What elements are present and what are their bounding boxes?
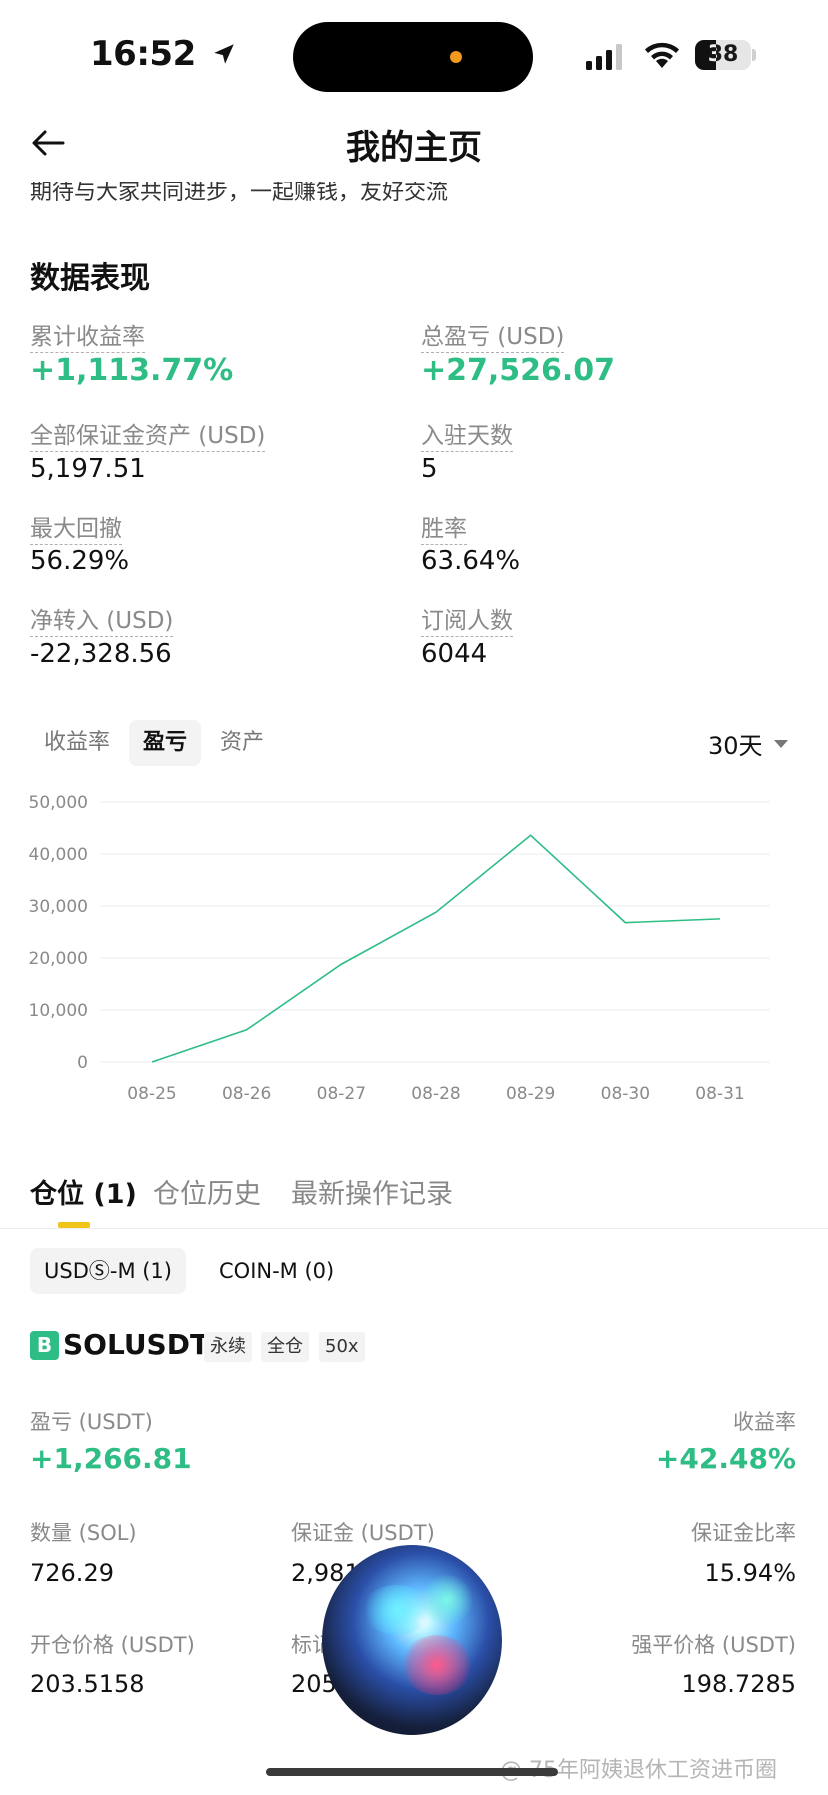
stat-value: 56.29%	[30, 546, 130, 576]
stat-max-drawdown: 最大回撤	[30, 509, 122, 545]
stat-value: 5	[421, 454, 438, 484]
stat-margin-assets: 全部保证金资产 (USD)	[30, 416, 266, 452]
tag-cross-margin: 全仓	[261, 1332, 309, 1362]
tab-position-history[interactable]: 仓位历史	[153, 1172, 261, 1211]
data-point	[623, 921, 627, 925]
margin-ratio-value: 15.94%	[704, 1559, 796, 1587]
stat-value: +1,113.77%	[30, 353, 234, 388]
battery-icon: 38	[695, 40, 751, 70]
siri-orb[interactable]	[322, 1545, 502, 1735]
stat-label: 全部保证金资产 (USD)	[30, 416, 266, 452]
stat-days-joined: 入驻天数	[421, 416, 513, 452]
battery-level: 38	[707, 42, 739, 67]
margin-label: 保证金 (USDT)	[291, 1521, 435, 1545]
subtab-coin-m[interactable]: COIN-M (0)	[205, 1248, 348, 1294]
liquidation-price-label: 强平价格 (USDT)	[631, 1633, 796, 1657]
stat-label: 净转入 (USD)	[30, 601, 174, 637]
y-tick-label: 30,000	[29, 897, 88, 917]
margin-ratio-label: 保证金比率	[691, 1521, 796, 1545]
location-arrow-icon	[214, 44, 234, 64]
chart-tab-return-rate[interactable]: 收益率	[30, 720, 124, 766]
stat-label: 最大回撤	[30, 509, 122, 545]
y-tick-label: 0	[77, 1053, 88, 1073]
binance-badge-icon: B	[30, 1331, 59, 1360]
profile-bio: 期待与大家共同进步，一起赚钱，友好交流	[30, 180, 449, 205]
x-tick-label: 08-25	[127, 1084, 176, 1104]
status-time: 16:52	[90, 34, 237, 74]
y-tick-label: 50,000	[29, 793, 88, 813]
stat-value: 5,197.51	[30, 454, 146, 484]
y-tick-label: 10,000	[29, 1001, 88, 1021]
divider	[0, 1228, 828, 1229]
entry-price-label: 开仓价格 (USDT)	[30, 1633, 195, 1657]
pnl-value: +1,266.81	[30, 1442, 192, 1475]
data-point	[529, 833, 533, 837]
stat-label: 总盈亏 (USD)	[421, 317, 565, 353]
roe-label: 收益率	[733, 1410, 796, 1434]
data-point	[150, 1060, 154, 1064]
stat-label: 入驻天数	[421, 416, 513, 452]
stat-subscribers: 订阅人数	[421, 601, 513, 637]
tab-latest-operations[interactable]: 最新操作记录	[291, 1172, 453, 1211]
tab-positions[interactable]: 仓位 (1)	[30, 1172, 137, 1211]
y-tick-label: 20,000	[29, 949, 88, 969]
position-symbol[interactable]: SOLUSDT	[63, 1328, 209, 1361]
pnl-line-chart: 50,000 40,000 30,000 20,000 10,000 0 08-25 08-2…	[29, 793, 770, 1104]
x-tick-label: 08-26	[222, 1084, 271, 1104]
x-tick-label: 08-27	[317, 1084, 366, 1104]
data-point	[245, 1028, 249, 1032]
data-point	[434, 910, 438, 914]
quantity-label: 数量 (SOL)	[30, 1521, 137, 1545]
page-title: 我的主页	[346, 128, 482, 168]
subtab-usds-m[interactable]: USDⓈ-M (1)	[30, 1248, 186, 1294]
pnl-label: 盈亏 (USDT)	[30, 1410, 153, 1434]
liquidation-price-value: 198.7285	[681, 1670, 796, 1698]
chart-tab-pnl[interactable]: 盈亏	[129, 720, 202, 766]
x-tick-label: 08-29	[506, 1084, 555, 1104]
tag-leverage: 50x	[319, 1332, 365, 1362]
section-title-performance: 数据表现	[30, 261, 150, 296]
x-tick-label: 08-31	[695, 1084, 744, 1104]
stat-label: 订阅人数	[421, 601, 513, 637]
x-tick-label: 08-30	[601, 1084, 650, 1104]
quantity-value: 726.29	[30, 1559, 114, 1587]
wifi-icon	[645, 42, 679, 68]
stat-value: 63.64%	[421, 546, 521, 576]
y-tick-label: 40,000	[29, 845, 88, 865]
stat-label: 累计收益率	[30, 317, 145, 353]
dynamic-island	[293, 22, 533, 92]
x-tick-label: 08-28	[411, 1084, 460, 1104]
entry-price-value: 203.5158	[30, 1670, 145, 1698]
period-selector[interactable]: 30天	[708, 726, 763, 761]
stat-win-rate: 胜率	[421, 509, 467, 545]
tag-perpetual: 永续	[204, 1332, 252, 1362]
stat-value: +27,526.07	[421, 353, 616, 388]
stat-net-transfer: 净转入 (USD)	[30, 601, 174, 637]
chart-tab-assets[interactable]: 资产	[206, 720, 278, 766]
stat-total-pnl: 总盈亏 (USD)	[421, 317, 565, 353]
pnl-series-line	[151, 834, 721, 1063]
cellular-signal-icon	[586, 44, 622, 70]
battery-tip	[752, 49, 756, 61]
stat-value: -22,328.56	[30, 639, 172, 669]
stat-value: 6044	[421, 639, 488, 669]
home-indicator[interactable]	[266, 1768, 558, 1776]
privacy-indicator-dot	[450, 51, 462, 63]
roe-value: +42.48%	[655, 1442, 796, 1475]
data-point	[718, 917, 722, 921]
stat-label: 胜率	[421, 509, 467, 545]
chevron-down-icon[interactable]	[774, 740, 788, 748]
stat-cumulative-return: 累计收益率	[30, 317, 145, 353]
data-point	[339, 962, 343, 966]
